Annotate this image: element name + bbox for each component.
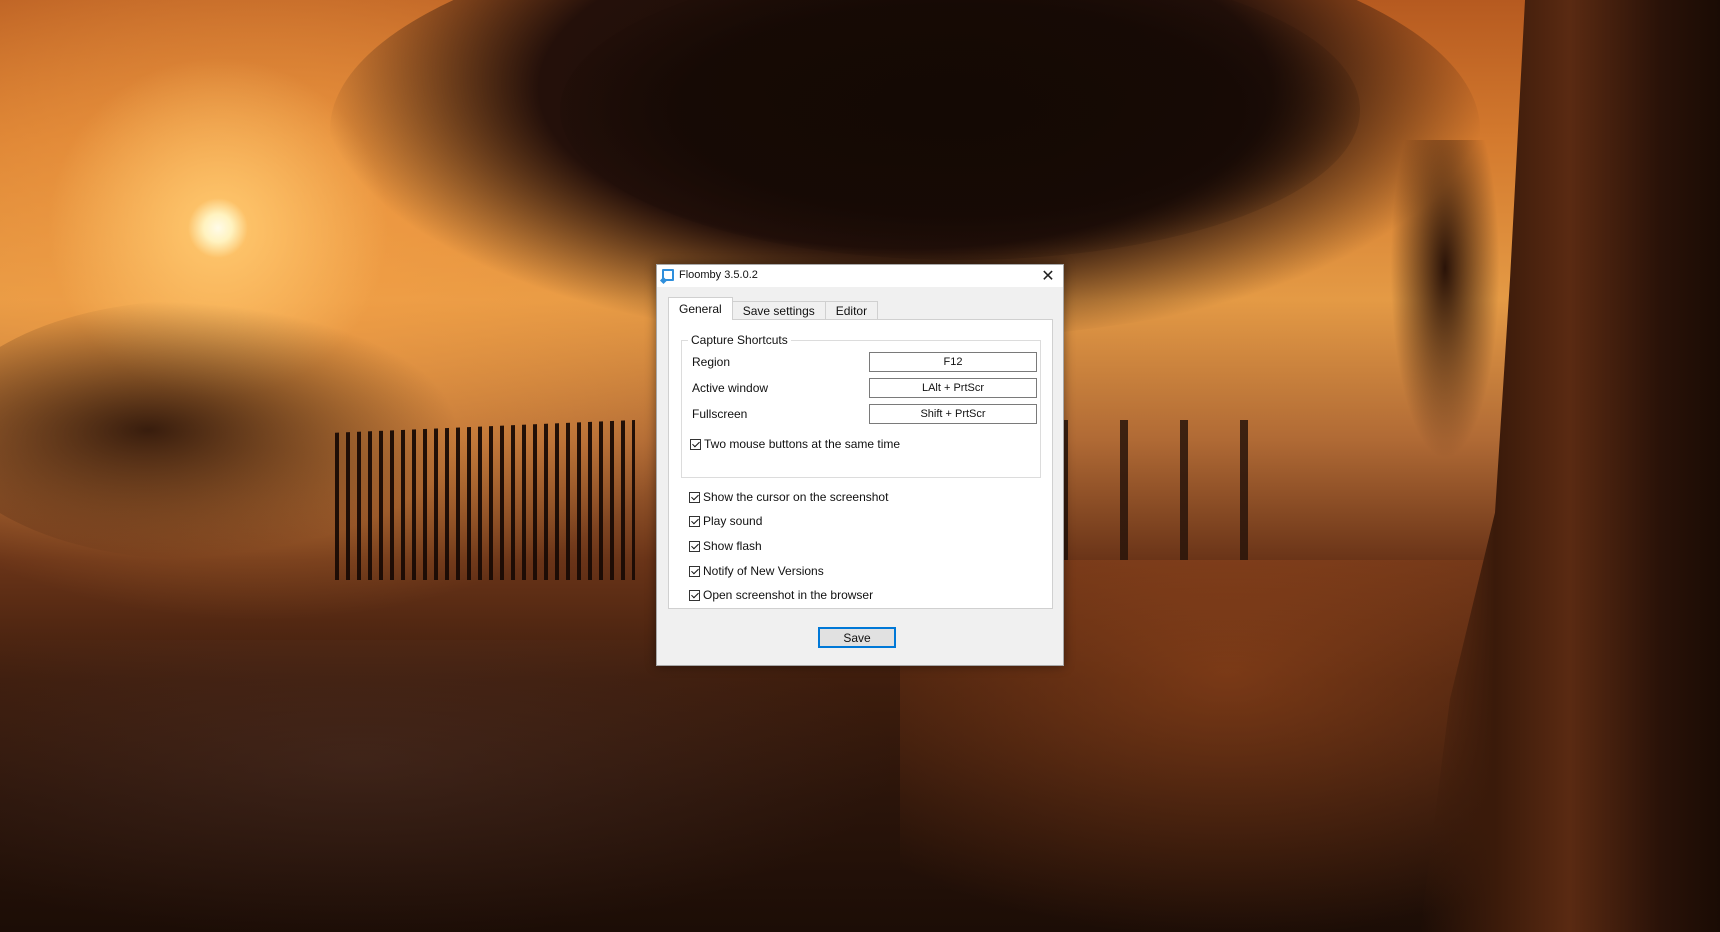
wallpaper-tree-right [1390, 140, 1500, 460]
fullscreen-label: Fullscreen [692, 407, 748, 421]
checkbox-box[interactable] [689, 491, 700, 503]
capture-shortcuts-legend: Capture Shortcuts [688, 333, 791, 347]
open-in-browser-label: Open screenshot in the browser [703, 588, 874, 602]
general-tab-panel: Capture Shortcuts Region F12 Active wind… [668, 319, 1053, 609]
active-window-hotkey-field[interactable]: LAlt + PrtScr [869, 378, 1037, 398]
floomby-settings-window: Floomby 3.5.0.2 ✕ General Save settings … [656, 264, 1064, 666]
two-mouse-buttons-checkbox[interactable]: Two mouse buttons at the same time [690, 437, 900, 451]
tab-editor[interactable]: Editor [824, 301, 879, 320]
close-button[interactable]: ✕ [1033, 265, 1063, 287]
window-title: Floomby 3.5.0.2 [679, 269, 758, 281]
play-sound-label: Play sound [703, 514, 763, 528]
checkbox-box[interactable] [689, 540, 700, 552]
two-mouse-buttons-label: Two mouse buttons at the same time [704, 437, 901, 451]
notify-new-versions-label: Notify of New Versions [703, 564, 824, 578]
show-cursor-checkbox[interactable]: Show the cursor on the screenshot [689, 490, 888, 504]
checkbox-box[interactable] [689, 565, 700, 577]
save-button[interactable]: Save [818, 627, 896, 648]
region-hotkey-field[interactable]: F12 [869, 352, 1037, 372]
active-window-label: Active window [692, 381, 769, 395]
checkbox-box[interactable] [689, 589, 700, 601]
checkbox-box[interactable] [689, 515, 700, 527]
wallpaper-fence-right [1060, 420, 1300, 560]
open-in-browser-checkbox[interactable]: Open screenshot in the browser [689, 588, 873, 602]
tab-save-settings[interactable]: Save settings [731, 301, 826, 320]
play-sound-checkbox[interactable]: Play sound [689, 514, 762, 528]
wallpaper-path [0, 640, 900, 932]
region-label: Region [692, 355, 731, 369]
tab-general[interactable]: General [668, 297, 733, 320]
show-cursor-label: Show the cursor on the screenshot [703, 490, 889, 504]
capture-shortcuts-group: Capture Shortcuts Region F12 Active wind… [681, 333, 1041, 478]
fullscreen-hotkey-field[interactable]: Shift + PrtScr [869, 404, 1037, 424]
notify-new-versions-checkbox[interactable]: Notify of New Versions [689, 564, 824, 578]
checkbox-box[interactable] [690, 438, 701, 450]
show-flash-label: Show flash [703, 539, 762, 553]
title-bar[interactable]: Floomby 3.5.0.2 ✕ [657, 265, 1063, 287]
wallpaper-fence [335, 420, 635, 580]
floomby-logo-icon [662, 269, 674, 281]
show-flash-checkbox[interactable]: Show flash [689, 539, 762, 553]
tab-strip: General Save settings Editor [668, 297, 879, 320]
